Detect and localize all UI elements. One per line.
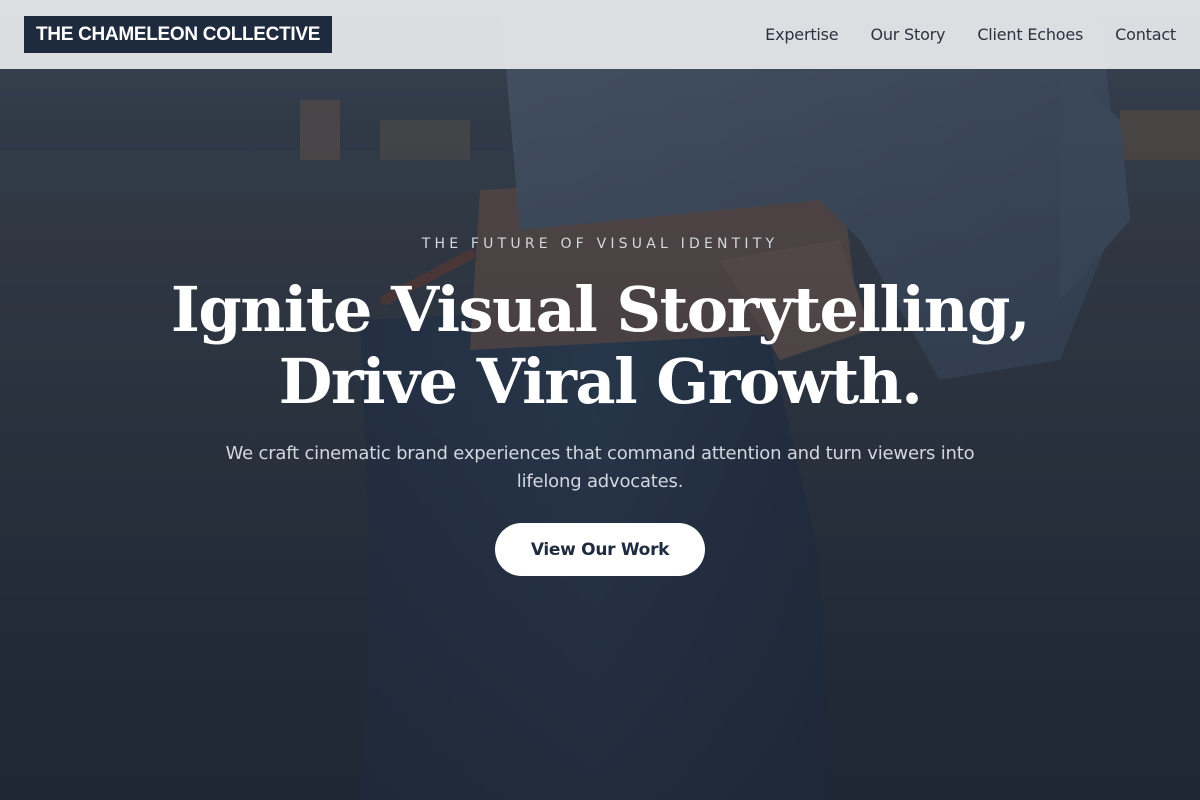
- view-our-work-button[interactable]: View Our Work: [495, 523, 705, 576]
- hero-eyebrow: THE FUTURE OF VISUAL IDENTITY: [421, 236, 779, 252]
- hero-subtext: We craft cinematic brand experiences tha…: [225, 443, 975, 492]
- nav-link-our-story[interactable]: Our Story: [870, 25, 945, 44]
- hero-headline: Ignite Visual Storytelling, Drive Viral …: [0, 274, 1200, 418]
- brand-logo[interactable]: THE CHAMELEON COLLECTIVE: [24, 16, 333, 53]
- nav-link-client-echoes[interactable]: Client Echoes: [977, 25, 1083, 44]
- hero-headline-line-1: Ignite Visual Storytelling,: [170, 273, 1031, 346]
- hero-content: THE FUTURE OF VISUAL IDENTITY Ignite Vis…: [0, 0, 1200, 800]
- nav-link-contact[interactable]: Contact: [1115, 25, 1176, 44]
- nav-link-expertise[interactable]: Expertise: [765, 25, 838, 44]
- navbar: THE CHAMELEON COLLECTIVE Expertise Our S…: [0, 0, 1200, 69]
- nav-links: Expertise Our Story Client Echoes Contac…: [765, 25, 1176, 44]
- hero-headline-line-2: Drive Viral Growth.: [278, 345, 923, 418]
